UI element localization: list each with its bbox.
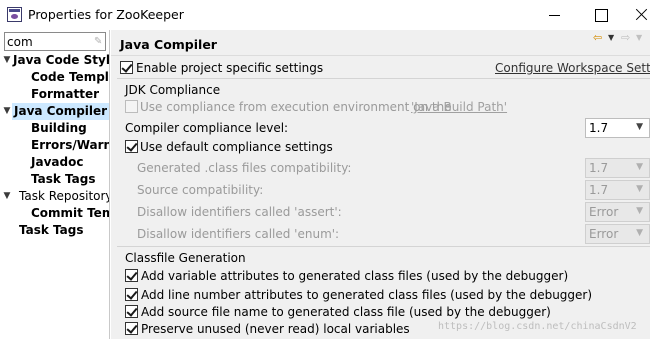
tree-item-java-compiler[interactable]: ▼ Java Compiler bbox=[0, 103, 109, 120]
tree-item-code-templates[interactable]: Code Templat bbox=[0, 69, 109, 86]
tree-item-errors-warnings[interactable]: Errors/Warnir bbox=[0, 137, 109, 154]
chevron-down-icon: ▼ bbox=[636, 228, 643, 238]
source-compat-value: 1.7 bbox=[589, 183, 609, 197]
enable-project-specific-checkbox[interactable] bbox=[120, 61, 133, 74]
minimize-icon[interactable] bbox=[544, 4, 566, 26]
back-dropdown-icon[interactable]: ▼ bbox=[608, 32, 614, 44]
expand-chevron-icon[interactable]: ▼ bbox=[2, 188, 12, 205]
disallow-assert-label: Disallow identifiers called 'assert': bbox=[137, 205, 342, 219]
tree-item-label: Task Tags bbox=[19, 223, 84, 237]
expand-chevron-icon[interactable]: ▼ bbox=[2, 103, 12, 120]
preserve-unused-locals-label: Preserve unused (never read) local varia… bbox=[141, 322, 410, 336]
java-compiler-page: Java Compiler ⇦ ▼ ⇨ ▼ Enable project spe… bbox=[111, 30, 650, 339]
close-icon[interactable] bbox=[631, 4, 650, 26]
preference-tree-panel: ✎ ▼ Java Code Style Code Templat Formatt… bbox=[0, 30, 110, 339]
generated-class-compat-value: 1.7 bbox=[589, 161, 609, 175]
forward-arrow-icon[interactable]: ⇨ bbox=[621, 32, 630, 44]
filter-input[interactable] bbox=[7, 34, 87, 49]
tree-item-task-tags-root[interactable]: Task Tags bbox=[0, 222, 109, 239]
tree-item-label: Task Tags bbox=[31, 172, 96, 186]
tree-item-label: Java Code Style bbox=[13, 53, 109, 67]
compliance-level-label: Compiler compliance level: bbox=[125, 121, 289, 135]
add-variable-attributes-label: Add variable attributes to generated cla… bbox=[141, 269, 569, 283]
compliance-level-select[interactable]: 1.7 ▼ bbox=[585, 118, 650, 138]
generated-class-compat-label: Generated .class files compatibility: bbox=[137, 161, 352, 175]
add-source-file-name-label: Add source file name to generated class … bbox=[141, 305, 551, 319]
watermark-text: https://blog.csdn.net/chinaCsdnV2 bbox=[438, 321, 637, 332]
window-title: Properties for ZooKeeper bbox=[28, 7, 184, 22]
jdk-compliance-group-title: JDK Compliance bbox=[125, 83, 221, 97]
tree-item-label: Errors/Warnir bbox=[31, 138, 109, 152]
source-compat-select[interactable]: 1.7 ▼ bbox=[585, 180, 650, 200]
generated-class-compat-select[interactable]: 1.7 ▼ bbox=[585, 158, 650, 178]
disallow-assert-value: Error bbox=[589, 205, 619, 219]
tree-item-task-tags[interactable]: Task Tags bbox=[0, 171, 109, 188]
page-header: Java Compiler ⇦ ▼ ⇨ ▼ bbox=[111, 30, 650, 56]
maximize-icon[interactable] bbox=[590, 4, 612, 26]
forward-dropdown-icon[interactable]: ▼ bbox=[636, 32, 642, 44]
disallow-assert-select[interactable]: Error ▼ bbox=[585, 202, 650, 222]
chevron-down-icon: ▼ bbox=[636, 206, 643, 216]
use-compliance-ee-label: Use compliance from execution environmen… bbox=[140, 100, 452, 114]
source-compat-label: Source compatibility: bbox=[137, 183, 264, 197]
tree-item-commit-templates[interactable]: Commit Temp bbox=[0, 205, 109, 222]
tree-item-label: Code Templat bbox=[31, 70, 109, 84]
tree-item-task-repository[interactable]: ▼ Task Repository bbox=[0, 188, 109, 205]
tree-item-label: Task Repository bbox=[19, 189, 109, 203]
separator bbox=[117, 78, 650, 79]
properties-window-icon bbox=[7, 7, 22, 22]
chevron-down-icon: ▼ bbox=[636, 184, 643, 194]
use-default-compliance-checkbox[interactable] bbox=[125, 140, 138, 153]
filter-box: ✎ bbox=[4, 32, 106, 51]
compliance-level-value: 1.7 bbox=[589, 121, 609, 135]
add-line-number-attributes-label: Add line number attributes to generated … bbox=[141, 288, 593, 302]
chevron-down-icon: ▼ bbox=[636, 122, 643, 132]
tree-item-label: Building bbox=[31, 121, 87, 135]
java-build-path-link[interactable]: 'Java Build Path' bbox=[411, 100, 507, 114]
expand-chevron-icon[interactable]: ▼ bbox=[2, 52, 12, 69]
preserve-unused-locals-checkbox[interactable] bbox=[125, 322, 138, 335]
tree-item-javadoc[interactable]: Javadoc bbox=[0, 154, 109, 171]
tree-item-label: Java Compiler bbox=[12, 103, 109, 120]
tree-item-label: Commit Temp bbox=[31, 206, 109, 220]
tree-item-java-code-style[interactable]: ▼ Java Code Style bbox=[0, 52, 109, 69]
title-bar: Properties for ZooKeeper bbox=[0, 0, 650, 30]
disallow-enum-label: Disallow identifiers called 'enum': bbox=[137, 227, 340, 241]
tree-item-label: Formatter bbox=[31, 87, 100, 101]
configure-workspace-settings-link[interactable]: Configure Workspace Setting bbox=[495, 61, 650, 75]
clear-filter-icon[interactable]: ✎ bbox=[94, 36, 104, 47]
add-source-file-name-checkbox[interactable] bbox=[125, 305, 138, 318]
back-arrow-icon[interactable]: ⇦ bbox=[593, 32, 602, 44]
chevron-down-icon: ▼ bbox=[636, 162, 643, 172]
use-default-compliance-label: Use default compliance settings bbox=[140, 140, 333, 154]
enable-project-specific-label: Enable project specific settings bbox=[136, 61, 324, 75]
use-compliance-ee-checkbox[interactable] bbox=[125, 100, 138, 113]
tree-item-building[interactable]: Building bbox=[0, 120, 109, 137]
disallow-enum-value: Error bbox=[589, 227, 619, 241]
separator bbox=[117, 246, 650, 247]
add-variable-attributes-checkbox[interactable] bbox=[125, 269, 138, 282]
tree-item-formatter[interactable]: Formatter bbox=[0, 86, 109, 103]
page-title: Java Compiler bbox=[120, 37, 217, 52]
tree-item-label: Javadoc bbox=[31, 155, 84, 169]
disallow-enum-select[interactable]: Error ▼ bbox=[585, 224, 650, 244]
classfile-generation-group-title: Classfile Generation bbox=[125, 251, 246, 265]
add-line-number-attributes-checkbox[interactable] bbox=[125, 288, 138, 301]
